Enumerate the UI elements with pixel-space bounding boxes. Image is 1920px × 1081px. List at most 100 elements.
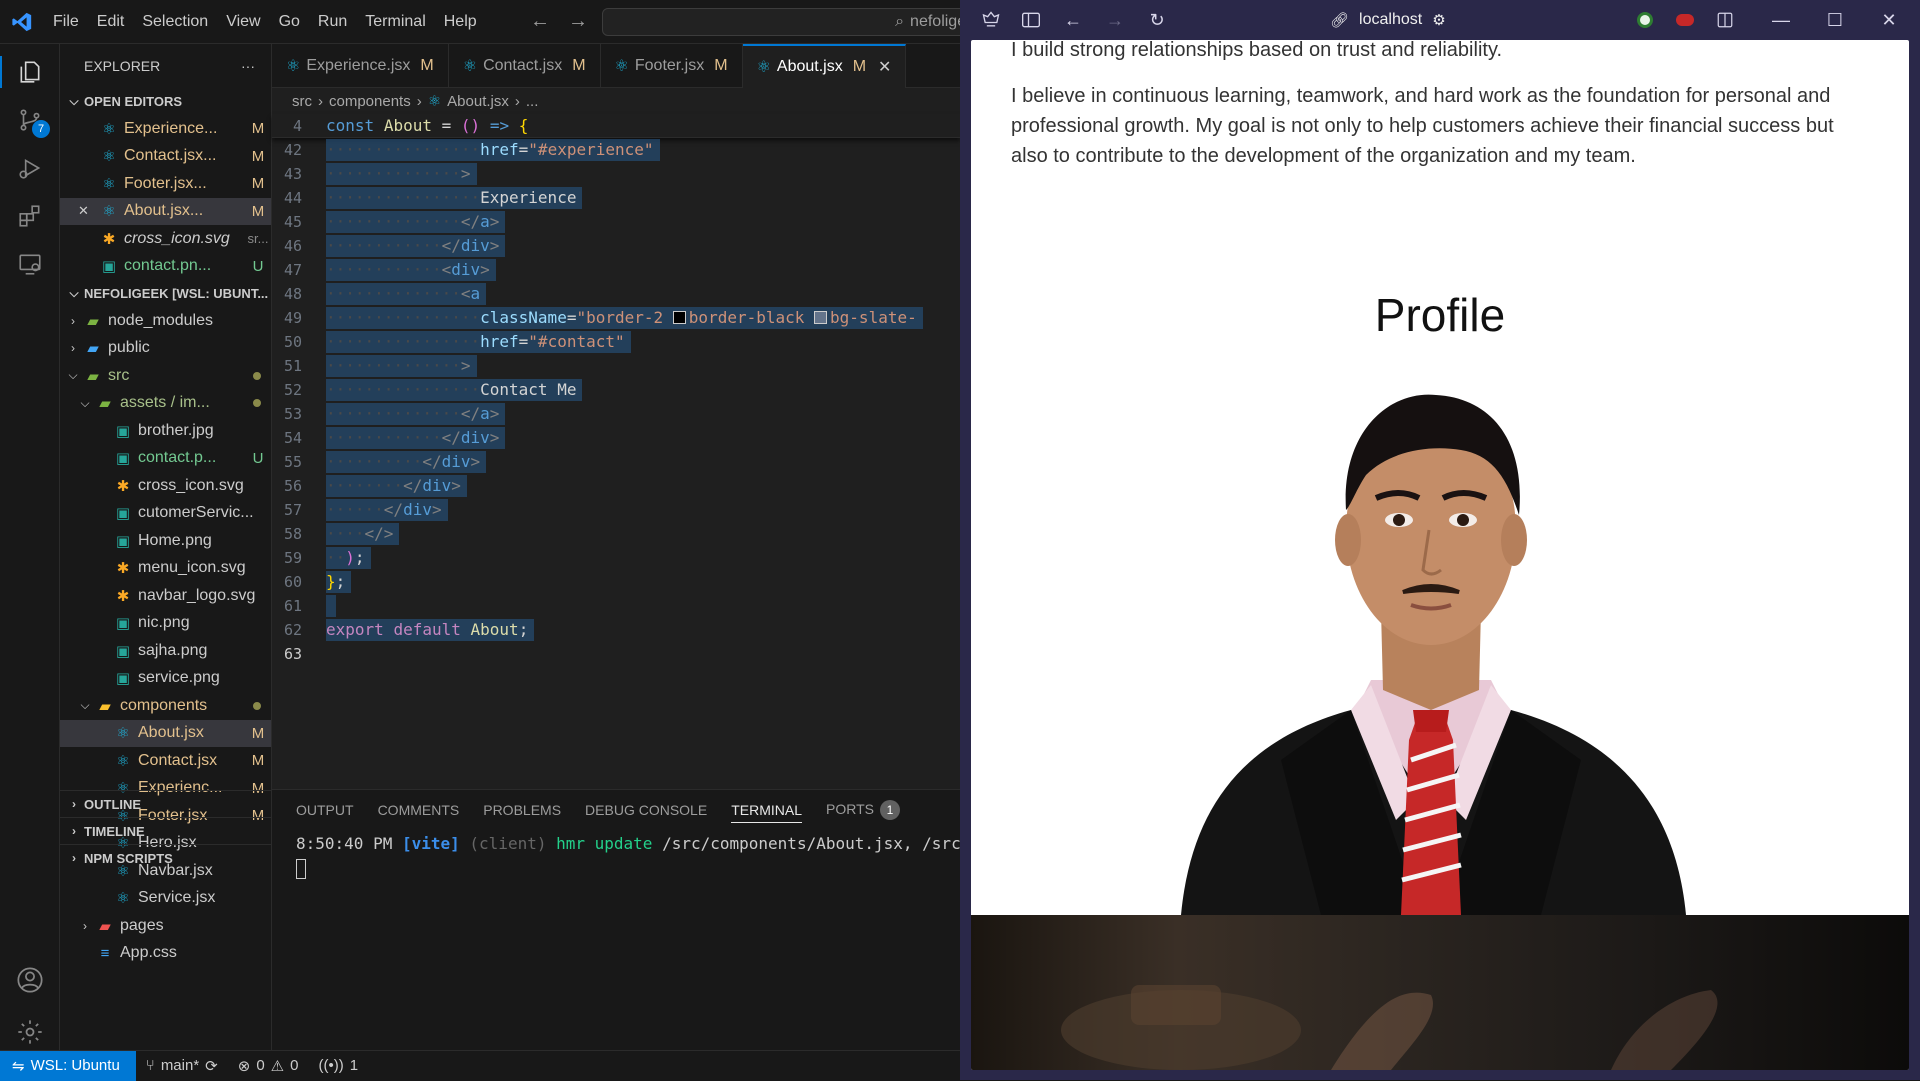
forward-arrow-icon[interactable]: → bbox=[568, 10, 588, 33]
forward-arrow-icon[interactable]: → bbox=[1102, 8, 1128, 32]
image-file-icon: ▣ bbox=[115, 422, 131, 440]
breadcrumb-item[interactable]: components bbox=[329, 93, 411, 110]
close-icon[interactable]: ✕ bbox=[878, 57, 891, 77]
tree-item-label: menu_icon.svg bbox=[138, 559, 246, 577]
line-number: 53 bbox=[283, 405, 302, 423]
source-control-icon[interactable]: 7 bbox=[10, 100, 50, 140]
tab-experience[interactable]: ⚛ Experience.jsx M bbox=[272, 44, 449, 88]
address-bar[interactable]: 🔗︎ localhost ⚙︎ bbox=[1330, 6, 1500, 34]
tab-about[interactable]: ⚛ About.jsx M ✕ bbox=[742, 44, 907, 88]
outline-header[interactable]: › OUTLINE bbox=[60, 790, 272, 817]
panel-tab-terminal[interactable]: TERMINAL bbox=[731, 802, 802, 823]
panel-tab-problems[interactable]: PROBLEMS bbox=[483, 802, 561, 818]
breadcrumb: src › components › ⚛ About.jsx › ... bbox=[272, 88, 960, 114]
npm-scripts-header[interactable]: › NPM SCRIPTS bbox=[60, 844, 272, 871]
panel-tab-output[interactable]: OUTPUT bbox=[296, 802, 354, 818]
maximize-icon[interactable]: ☐ bbox=[1822, 8, 1848, 32]
extensions-icon[interactable] bbox=[10, 196, 50, 236]
command-center[interactable]: ⌕ nefoligee bbox=[602, 8, 982, 36]
breadcrumb-item[interactable]: About.jsx bbox=[447, 93, 509, 110]
more-actions-icon[interactable]: ··· bbox=[241, 58, 255, 74]
tree-file[interactable]: ▣ Home.png bbox=[60, 527, 271, 555]
tree-file[interactable]: ⚛ Contact.jsx M bbox=[60, 747, 271, 775]
remote-explorer-icon[interactable] bbox=[10, 244, 50, 284]
branch-indicator[interactable]: ⑂ main* ⟳ bbox=[136, 1057, 228, 1075]
open-editor-item[interactable]: ⚛ Contact.jsx... M bbox=[60, 143, 271, 171]
minimize-icon[interactable]: — bbox=[1768, 8, 1794, 32]
run-debug-icon[interactable] bbox=[10, 148, 50, 188]
line-number: 49 bbox=[283, 309, 302, 327]
browser-logo-icon[interactable] bbox=[978, 8, 1004, 32]
ports-indicator[interactable]: ((•)) 1 bbox=[308, 1057, 368, 1074]
account-icon[interactable] bbox=[10, 960, 50, 1000]
split-view-icon[interactable] bbox=[1712, 8, 1738, 32]
menu-edit[interactable]: Edit bbox=[88, 13, 134, 31]
web-page[interactable]: I build strong relationships based on tr… bbox=[971, 40, 1909, 1070]
open-editor-item[interactable]: ⚛ Footer.jsx... M bbox=[60, 170, 271, 198]
tree-file[interactable]: ▣ contact.p... U bbox=[60, 445, 271, 473]
open-editor-item[interactable]: ✱ cross_icon.svg sr... bbox=[60, 225, 271, 253]
tree-file[interactable]: ✱ menu_icon.svg bbox=[60, 555, 271, 583]
tree-file[interactable]: ✱ cross_icon.svg bbox=[60, 472, 271, 500]
tree-file[interactable]: ⚛ About.jsx M bbox=[60, 719, 271, 747]
editor-tabs: ⚛ Experience.jsx M ⚛ Contact.jsx M ⚛ Foo… bbox=[272, 44, 960, 88]
chevron-right-icon: › bbox=[72, 824, 76, 838]
problems-indicator[interactable]: ⊗ 0 ⚠ 0 bbox=[228, 1057, 309, 1075]
sidebar-toggle-icon[interactable] bbox=[1018, 8, 1044, 32]
remote-indicator[interactable]: ⇋ WSL: Ubuntu bbox=[0, 1050, 136, 1081]
open-editors-header[interactable]: ⌵ OPEN EDITORS bbox=[60, 88, 271, 115]
tree-file[interactable]: ▣ brother.jpg bbox=[60, 417, 271, 445]
menu-selection[interactable]: Selection bbox=[133, 13, 217, 31]
menu-go[interactable]: Go bbox=[270, 13, 309, 31]
code-editor[interactable]: 42 ················href="#experience" 43 ··… bbox=[272, 138, 960, 666]
explorer-icon[interactable] bbox=[0, 52, 50, 92]
gear-icon[interactable] bbox=[10, 1012, 50, 1052]
tab-contact[interactable]: ⚛ Contact.jsx M bbox=[449, 44, 601, 88]
tree-file[interactable]: ≡ App.css bbox=[60, 940, 271, 968]
tree-file[interactable]: ▣ nic.png bbox=[60, 610, 271, 638]
tree-file[interactable]: ▣ cutomerServic... bbox=[60, 500, 271, 528]
back-arrow-icon[interactable]: ← bbox=[1060, 8, 1086, 32]
menu-file[interactable]: File bbox=[44, 13, 88, 31]
open-editor-item[interactable]: ▣ contact.pn... U bbox=[60, 253, 271, 281]
tree-file[interactable]: ▣ service.png bbox=[60, 665, 271, 693]
tab-footer[interactable]: ⚛ Footer.jsx M bbox=[601, 44, 743, 88]
code-line: 62 export default About; bbox=[272, 618, 960, 642]
tree-file[interactable]: ✱ navbar_logo.svg bbox=[60, 582, 271, 610]
workspace-header[interactable]: ⌵ NEFOLIGEEK [WSL: UBUNT... bbox=[60, 280, 271, 307]
sync-icon[interactable]: ⟳ bbox=[205, 1057, 218, 1075]
site-settings-icon[interactable]: ⚙︎ bbox=[1432, 11, 1445, 29]
panel-tab-ports[interactable]: PORTS 1 bbox=[826, 800, 900, 820]
menu-run[interactable]: Run bbox=[309, 13, 356, 31]
panel-tab-comments[interactable]: COMMENTS bbox=[378, 802, 460, 818]
timeline-header[interactable]: › TIMELINE bbox=[60, 817, 272, 844]
panel-tabs: OUTPUT COMMENTS PROBLEMS DEBUG CONSOLE T… bbox=[272, 790, 960, 830]
open-editor-item[interactable]: ✕ ⚛ About.jsx... M bbox=[60, 197, 271, 225]
open-editor-item[interactable]: ⚛ Experience... M bbox=[60, 115, 271, 143]
error-icon: ⊗ bbox=[237, 1057, 251, 1075]
breadcrumb-item[interactable]: ... bbox=[526, 93, 539, 110]
tree-file[interactable]: ▣ sajha.png bbox=[60, 637, 271, 665]
sticky-scroll-line[interactable]: 4 const About = () => { bbox=[272, 114, 960, 138]
tree-folder[interactable]: ⌵ ▰ assets / im... bbox=[60, 390, 271, 418]
menu-view[interactable]: View bbox=[217, 13, 269, 31]
sticky-code: const About = () => { bbox=[326, 116, 529, 135]
reload-icon[interactable]: ↻ bbox=[1144, 8, 1170, 32]
panel-tab-debug-console[interactable]: DEBUG CONSOLE bbox=[585, 802, 707, 818]
profile-extension-icon[interactable] bbox=[1672, 8, 1698, 32]
chevron-right-icon: › bbox=[72, 851, 76, 865]
tree-folder[interactable]: › ▰ pages bbox=[60, 912, 271, 940]
close-window-icon[interactable]: ✕ bbox=[1876, 8, 1902, 32]
tree-folder[interactable]: ⌵ ▰ components bbox=[60, 692, 271, 720]
breadcrumb-item[interactable]: src bbox=[292, 93, 312, 110]
menu-terminal[interactable]: Terminal bbox=[356, 13, 434, 31]
extension-icon[interactable] bbox=[1632, 8, 1658, 32]
tree-folder[interactable]: › ▰ public bbox=[60, 335, 271, 363]
tree-file[interactable]: ⚛ Service.jsx bbox=[60, 885, 271, 913]
menu-help[interactable]: Help bbox=[435, 13, 486, 31]
terminal-output[interactable]: 8:50:40 PM [vite] (client) hmr update /s… bbox=[272, 830, 960, 887]
tree-folder[interactable]: ⌵ ▰ src bbox=[60, 362, 271, 390]
close-icon[interactable]: ✕ bbox=[78, 203, 98, 219]
back-arrow-icon[interactable]: ← bbox=[530, 10, 550, 33]
tree-folder[interactable]: › ▰ node_modules bbox=[60, 307, 271, 335]
